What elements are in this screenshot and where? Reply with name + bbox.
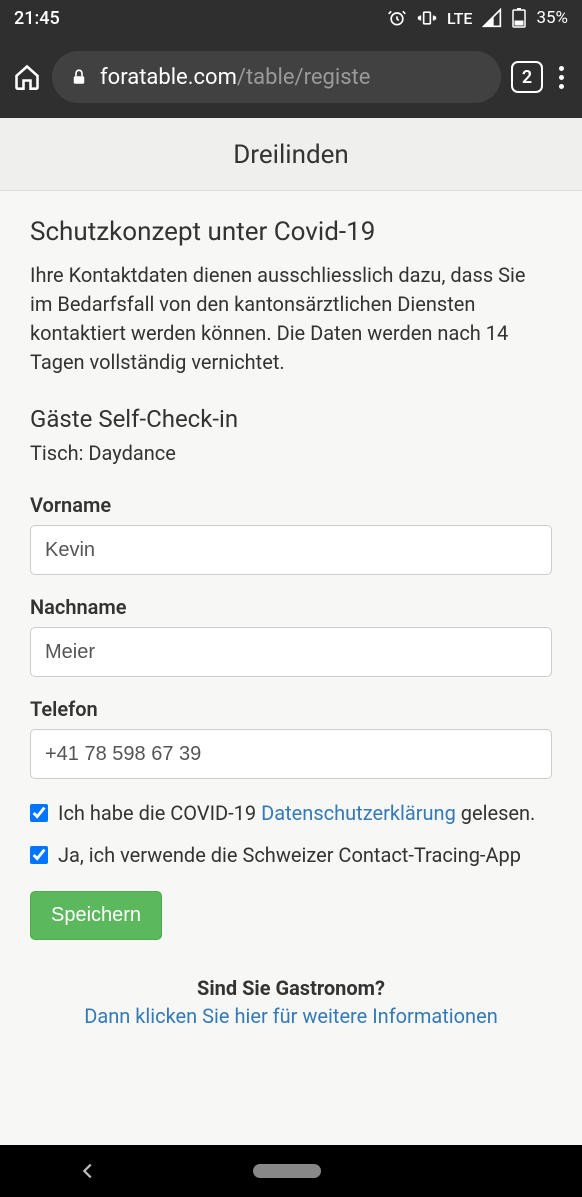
status-time: 21:45 <box>14 8 60 29</box>
vibrate-icon <box>417 8 437 28</box>
phone-input[interactable] <box>30 729 552 779</box>
checkin-title: Gäste Self-Check-in <box>30 405 552 433</box>
consent-privacy-checkbox[interactable] <box>30 804 48 822</box>
menu-icon[interactable] <box>553 66 570 89</box>
table-label: Tisch: Daydance <box>30 441 552 465</box>
section-title: Schutzkonzept unter Covid-19 <box>30 217 552 247</box>
lock-icon <box>70 67 88 87</box>
browser-bar: foratable.com/table/registe 2 <box>0 36 582 118</box>
home-pill[interactable] <box>253 1164 321 1178</box>
network-label: LTE <box>447 9 472 28</box>
url-bar[interactable]: foratable.com/table/registe <box>52 51 501 103</box>
firstname-label: Vorname <box>30 493 552 517</box>
home-icon[interactable] <box>12 62 42 92</box>
phone-label: Telefon <box>30 697 552 721</box>
lastname-input[interactable] <box>30 627 552 677</box>
signal-icon <box>482 8 502 28</box>
alarm-icon <box>387 8 407 28</box>
status-bar: 21:45 LTE 35% <box>0 0 582 36</box>
android-nav-bar <box>0 1145 582 1197</box>
page-title: Dreilinden <box>0 118 582 191</box>
tab-count[interactable]: 2 <box>511 61 543 93</box>
privacy-link[interactable]: Datenschutzerklärung <box>261 801 456 825</box>
footer-question: Sind Sie Gastronom? <box>30 976 552 1000</box>
save-button[interactable]: Speichern <box>30 891 162 940</box>
back-button[interactable] <box>77 1160 99 1182</box>
firstname-input[interactable] <box>30 525 552 575</box>
consent-tracing-checkbox[interactable] <box>30 846 48 864</box>
content: Schutzkonzept unter Covid-19 Ihre Kontak… <box>0 191 582 1028</box>
url-text: foratable.com/table/registe <box>100 65 370 90</box>
lastname-label: Nachname <box>30 595 552 619</box>
battery-percent: 35% <box>536 8 568 28</box>
footer-link[interactable]: Dann klicken Sie hier für weitere Inform… <box>84 1004 498 1028</box>
status-icons: LTE 35% <box>387 8 568 28</box>
page: Dreilinden Schutzkonzept unter Covid-19 … <box>0 118 582 1145</box>
consent-tracing-text: Ja, ich verwende die Schweizer Contact-T… <box>58 841 521 869</box>
description: Ihre Kontaktdaten dienen ausschliesslich… <box>30 261 552 377</box>
battery-icon <box>512 8 526 28</box>
consent-privacy-text: Ich habe die COVID-19 Datenschutzerkläru… <box>58 799 535 827</box>
